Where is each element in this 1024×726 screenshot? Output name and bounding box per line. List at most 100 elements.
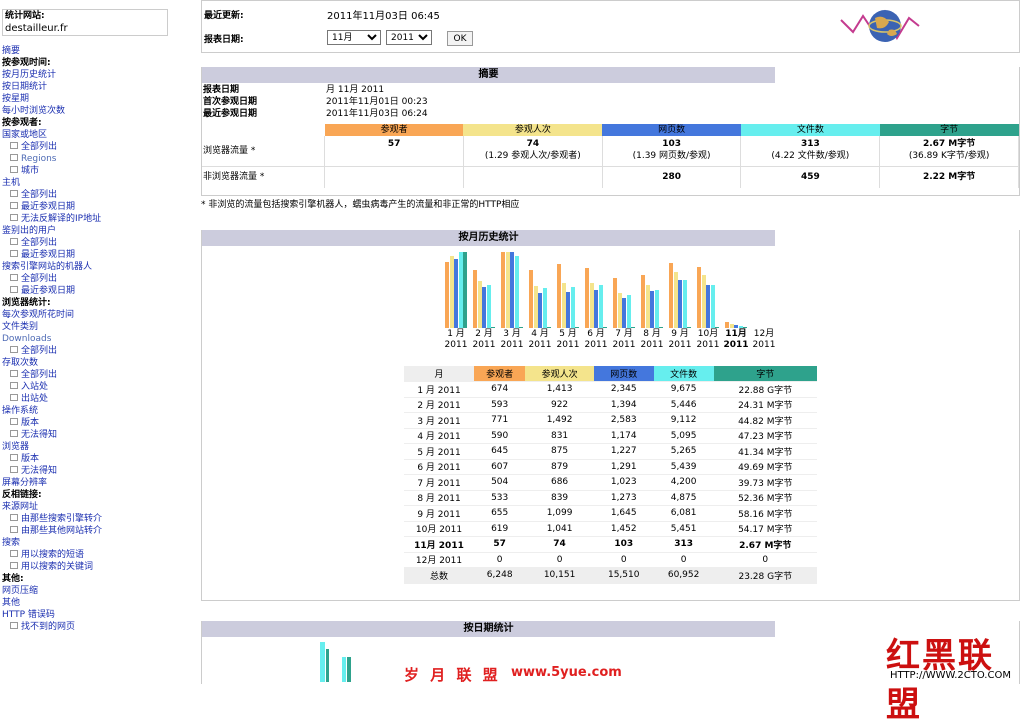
ok-button[interactable]: OK <box>447 31 473 46</box>
monthly-cell: 1,174 <box>593 428 654 444</box>
monthly-cell: 831 <box>525 428 594 444</box>
chart-month-name: 4 月 <box>531 329 549 339</box>
chart-bar <box>510 252 514 328</box>
sidebar-link[interactable]: 每小时浏览次数 <box>2 105 194 117</box>
sidebar-link[interactable]: 按星期 <box>2 93 194 105</box>
monthly-cell: 4 月 2011 <box>404 428 474 444</box>
sidebar-link[interactable]: 由那些其他网站转介 <box>2 525 194 537</box>
sidebar-heading: 其他: <box>2 574 24 584</box>
sidebar-link[interactable]: 文件类别 <box>2 321 194 333</box>
not-viewed-value <box>463 166 603 188</box>
monthly-cell: 0 <box>474 552 526 568</box>
chart-month-label[interactable]: 9 月 2011 <box>666 329 694 351</box>
sidebar-link[interactable]: 最近参观日期 <box>2 249 194 261</box>
sidebar-link[interactable]: 无法反解译的IP地址 <box>2 213 194 225</box>
sidebar-link[interactable]: 全部列出 <box>2 273 194 285</box>
sidebar-link[interactable]: 摘要 <box>2 45 194 57</box>
chart-month-label[interactable]: 4 月 2011 <box>526 329 554 351</box>
sidebar-link[interactable]: 主机 <box>2 177 194 189</box>
monthly-cell: 5,439 <box>653 459 714 475</box>
sidebar-link[interactable]: 搜索引擎网站的机器人 <box>2 261 194 273</box>
monthly-cell: 593 <box>474 397 526 413</box>
monthly-cell: 3 月 2011 <box>404 412 474 429</box>
sidebar-link[interactable]: 由那些搜索引擎转介 <box>2 513 194 525</box>
table-row: 3 月 2011 771 1,492 2,583 9,112 44.82 M字节 <box>404 412 817 429</box>
sidebar-link[interactable]: 国家或地区 <box>2 129 194 141</box>
chart-month-label[interactable]: 8 月 2011 <box>638 329 666 351</box>
sidebar-link[interactable]: 最近参观日期 <box>2 201 194 213</box>
sidebar-link[interactable]: 搜索 <box>2 537 194 549</box>
sidebar-link[interactable]: 操作系统 <box>2 405 194 417</box>
sidebar-link[interactable]: Downloads <box>2 333 194 345</box>
sidebar-link[interactable]: 无法得知 <box>2 465 194 477</box>
summary-title: 摘要 <box>202 67 775 83</box>
sidebar-link[interactable]: 全部列出 <box>2 369 194 381</box>
sidebar-link[interactable]: Regions <box>2 153 194 165</box>
sidebar-link[interactable]: 存取次数 <box>2 357 194 369</box>
monthly-cell: 47.23 M字节 <box>713 428 817 444</box>
chart-month-name: 3 月 <box>503 329 521 339</box>
sidebar-link[interactable]: 无法得知 <box>2 429 194 441</box>
sidebar-link[interactable]: 全部列出 <box>2 345 194 357</box>
chart-bar <box>682 280 687 328</box>
chart-month-label[interactable]: 12月 2011 <box>750 329 778 351</box>
not-viewed-value: 280 <box>602 166 742 188</box>
sidebar-link[interactable]: 找不到的网页 <box>2 621 194 633</box>
chart-month-label[interactable]: 5 月 2011 <box>554 329 582 351</box>
sidebar-link[interactable]: 全部列出 <box>2 237 194 249</box>
monthly-cell: 9,112 <box>653 412 714 429</box>
chart-bar <box>561 283 566 328</box>
monthly-cell: 5,265 <box>653 443 714 460</box>
sidebar-link[interactable]: 全部列出 <box>2 141 194 153</box>
sidebar-link[interactable]: 版本 <box>2 453 194 465</box>
sidebar-link[interactable]: 网页压缩 <box>2 585 194 597</box>
sidebar-link[interactable]: 出站处 <box>2 393 194 405</box>
sidebar-link[interactable]: 按日期统计 <box>2 81 194 93</box>
monthly-cell: 4,875 <box>653 490 714 506</box>
chart-bar <box>715 327 719 328</box>
monthly-cell: 1,394 <box>593 397 654 413</box>
chart-month-label[interactable]: 2 月 2011 <box>470 329 498 351</box>
sidebar-link[interactable]: 用以搜索的关键词 <box>2 561 194 573</box>
chart-month-label[interactable]: 3 月 2011 <box>498 329 526 351</box>
sidebar-link[interactable]: 用以搜索的短语 <box>2 549 194 561</box>
sidebar-link[interactable]: 全部列出 <box>2 189 194 201</box>
monthly-cell: 1,041 <box>525 521 594 537</box>
chart-bar <box>486 285 491 328</box>
chart-month-label[interactable]: 6 月 2011 <box>582 329 610 351</box>
sidebar-link[interactable]: 入站处 <box>2 381 194 393</box>
month-select[interactable]: 11月 <box>327 30 381 45</box>
chart-bar <box>697 266 701 328</box>
sidebar-link[interactable]: 城市 <box>2 165 194 177</box>
sidebar-link[interactable]: 每次参观所花时间 <box>2 309 194 321</box>
monthly-cell: 6,081 <box>653 505 714 522</box>
chart-month-label[interactable]: 11月 2011 <box>722 329 750 351</box>
monthly-chart <box>442 250 782 328</box>
chart-month-label[interactable]: 7 月 2011 <box>610 329 638 351</box>
chart-bar <box>673 272 678 328</box>
table-row: 6 月 2011 607 879 1,291 5,439 49.69 M字节 <box>404 459 817 475</box>
sidebar-link[interactable]: HTTP 错误码 <box>2 609 194 621</box>
monthly-cell: 1,023 <box>593 474 654 491</box>
main-content: 最近更新: 2011年11月03日 06:45 报表日期: 11月 2011 O… <box>201 0 1020 684</box>
chart-bar <box>477 281 482 328</box>
year-select[interactable]: 2011 <box>386 30 432 45</box>
sidebar-link[interactable]: 其他 <box>2 597 194 609</box>
sidebar-link[interactable]: 最近参观日期 <box>2 285 194 297</box>
chart-bar <box>622 297 626 328</box>
summary-info: 报表日期月 11月 2011 首次参观日期 2011年11月01日 00:23 最近参… <box>203 84 1019 120</box>
sidebar-link[interactable]: 按月历史统计 <box>2 69 194 81</box>
sidebar-link[interactable]: 屏幕分辨率 <box>2 477 194 489</box>
chart-bar <box>454 259 458 328</box>
sidebar-link[interactable]: 鉴别出的用户 <box>2 225 194 237</box>
sidebar-link[interactable]: 版本 <box>2 417 194 429</box>
sidebar-link[interactable]: 浏览器 <box>2 441 194 453</box>
chart-month-label[interactable]: 1 月 2011 <box>442 329 470 351</box>
summary-table: 参观者 参观人次 网页数 文件数 字节 浏览器流量 * 57 74 (1.29 参观人次/参观者… <box>202 124 1019 188</box>
monthly-cell: 1,413 <box>525 381 594 398</box>
chart-month-label[interactable]: 10月 2011 <box>694 329 722 351</box>
chart-bar <box>626 295 631 328</box>
sidebar-link[interactable]: 来源网址 <box>2 501 194 513</box>
chart-bar <box>575 327 579 328</box>
monthly-cell: 1,099 <box>525 505 594 522</box>
